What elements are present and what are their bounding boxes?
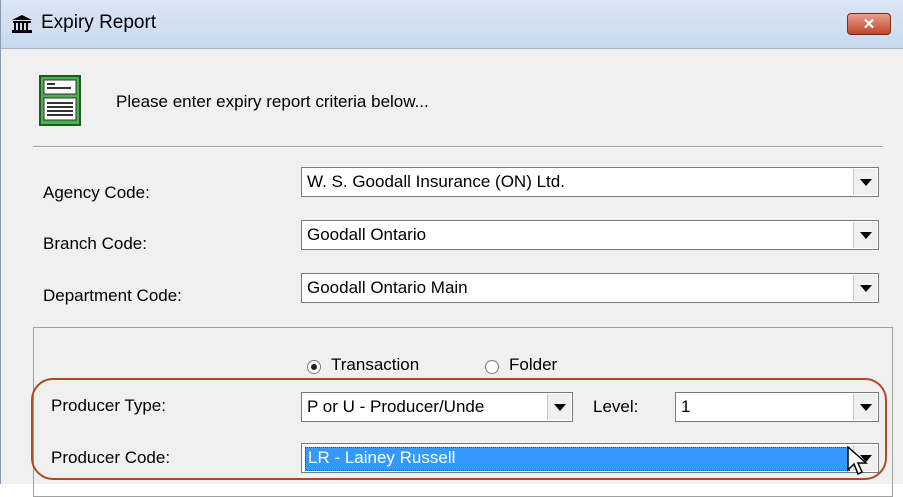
chevron-down-icon [860, 404, 872, 411]
agency-dropdown-button[interactable] [853, 169, 877, 195]
chevron-down-icon [860, 285, 872, 292]
folder-radio[interactable] [485, 360, 499, 374]
chevron-down-icon [860, 232, 872, 239]
department-code-label: Department Code: [43, 286, 182, 305]
transaction-radio[interactable] [307, 360, 321, 374]
separator [33, 146, 883, 148]
agency-code-label: Agency Code: [43, 183, 150, 202]
window-title: Expiry Report [41, 12, 157, 33]
level-label: Level: [593, 397, 639, 416]
branch-dropdown-button[interactable] [853, 222, 877, 248]
branch-code-label: Branch Code: [43, 234, 147, 253]
folder-radio-label: Folder [509, 355, 558, 374]
level-combo[interactable]: 1 [675, 392, 879, 422]
title-bar[interactable]: Expiry Report ✕ [1, 0, 903, 49]
department-code-combo[interactable]: Goodall Ontario Main [301, 273, 879, 303]
producer-code-combo[interactable]: LR - Lainey Russell [301, 443, 879, 473]
producer-type-label: Producer Type: [51, 396, 166, 415]
bank-building-icon [12, 15, 32, 33]
agency-code-combo[interactable]: W. S. Goodall Insurance (ON) Ltd. [301, 167, 879, 197]
producer-type-value: P or U - Producer/Unde [307, 397, 485, 416]
producer-code-value: LR - Lainey Russell [305, 447, 850, 471]
agency-code-value: W. S. Goodall Insurance (ON) Ltd. [307, 172, 565, 191]
producer-code-label: Producer Code: [51, 448, 171, 467]
radio-selected-dot [311, 364, 317, 370]
branch-code-value: Goodall Ontario [307, 225, 427, 244]
report-document-icon [39, 75, 81, 126]
mouse-pointer-icon [847, 446, 868, 476]
chevron-down-icon [554, 404, 566, 411]
level-value: 1 [681, 397, 691, 416]
department-dropdown-button[interactable] [853, 275, 877, 301]
producer-type-combo[interactable]: P or U - Producer/Unde [301, 392, 573, 422]
producer-type-dropdown-button[interactable] [547, 394, 571, 420]
close-button[interactable]: ✕ [847, 13, 891, 35]
branch-code-combo[interactable]: Goodall Ontario [301, 220, 879, 250]
instructions-text: Please enter expiry report criteria belo… [116, 92, 429, 111]
department-code-value: Goodall Ontario Main [307, 278, 468, 297]
level-dropdown-button[interactable] [853, 394, 877, 420]
expiry-report-window: Expiry Report ✕ Please enter expiry repo… [0, 0, 903, 497]
transaction-radio-label: Transaction [331, 355, 420, 374]
chevron-down-icon [860, 179, 872, 186]
